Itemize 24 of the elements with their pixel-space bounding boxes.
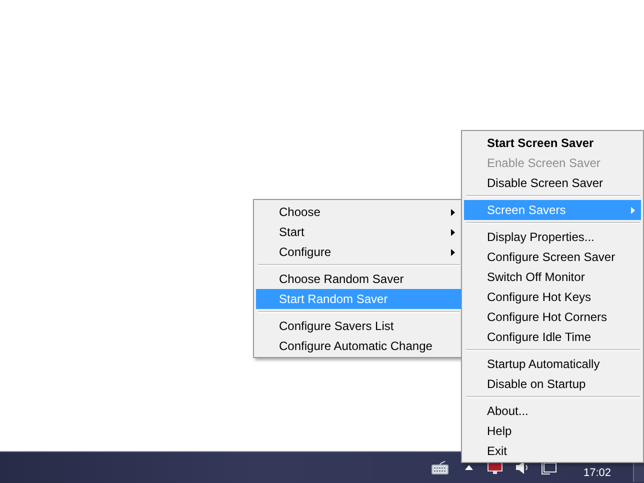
menu-item[interactable]: Configure Automatic Change (256, 336, 461, 356)
menu-item[interactable]: Configure Screen Saver (464, 247, 641, 267)
menu-item[interactable]: Configure Hot Keys (464, 287, 641, 307)
menu-item[interactable]: Help (464, 421, 641, 441)
up-arrow-icon[interactable] (465, 465, 474, 470)
menu-item[interactable]: Exit (464, 441, 641, 461)
menu-item[interactable]: Start Screen Saver (464, 133, 641, 153)
menu-item[interactable]: Choose Random Saver (256, 269, 461, 289)
menu-item[interactable]: Switch Off Monitor (464, 267, 641, 287)
menu-item[interactable]: Disable Screen Saver (464, 173, 641, 193)
menu-item[interactable]: About... (464, 401, 641, 421)
menu-item[interactable]: Choose (256, 202, 461, 222)
menu-item[interactable]: Disable on Startup (464, 374, 641, 394)
menu-item[interactable]: Configure Savers List (256, 316, 461, 336)
menu-item[interactable]: Configure Idle Time (464, 327, 641, 347)
keyboard-icon[interactable] (431, 460, 450, 474)
menu-item[interactable]: Display Properties... (464, 227, 641, 247)
menu-item[interactable]: Configure Hot Corners (464, 307, 641, 327)
network-icon[interactable] (541, 460, 558, 475)
menu-item[interactable]: Startup Automatically (464, 354, 641, 374)
menu-item[interactable]: Start (256, 222, 461, 242)
speaker-icon[interactable] (515, 460, 530, 475)
menu-item[interactable]: Configure (256, 242, 461, 262)
clock[interactable]: 17:02 (583, 467, 611, 483)
